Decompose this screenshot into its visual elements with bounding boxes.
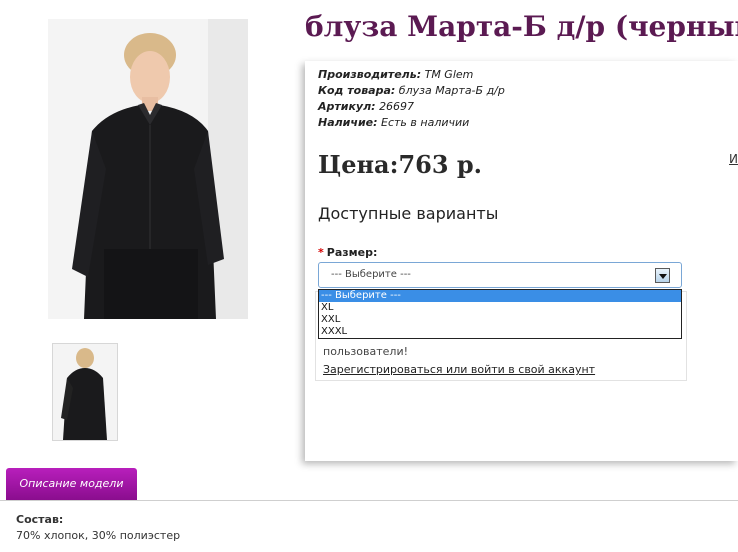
required-mark: * (318, 246, 324, 259)
product-title: блуза Марта-Б д/р (черный) (305, 10, 738, 43)
manufacturer-row: Производитель: ТМ Glem (318, 67, 505, 83)
price-value: 763 р. (398, 150, 483, 179)
size-select-value: --- Выберите --- (331, 269, 411, 280)
code-value: блуза Марта-Б д/р (398, 84, 505, 97)
manufacturer-label: Производитель: (318, 68, 422, 81)
size-option-default[interactable]: --- Выберите --- (319, 290, 681, 302)
tab-description[interactable]: Описание модели (6, 468, 137, 500)
product-info-panel: Производитель: ТМ Glem Код товара: блуза… (305, 61, 738, 461)
size-option-xxxl[interactable]: XXXL (319, 326, 681, 338)
article-value: 26697 (379, 100, 415, 113)
size-select[interactable]: --- Выберите --- (318, 262, 682, 288)
price-label: Цена: (318, 150, 399, 179)
size-dropdown-list: --- Выберите --- XL XXL XXXL (318, 289, 682, 339)
size-option-xxl[interactable]: XXL (319, 314, 681, 326)
size-label: * Размер: (318, 246, 377, 259)
manufacturer-value[interactable]: ТМ Glem (425, 68, 474, 81)
product-meta: Производитель: ТМ Glem Код товара: блуза… (318, 67, 505, 131)
thumbnail-illustration (53, 344, 117, 440)
composition-value: 70% хлопок, 30% полиэстер (16, 529, 181, 542)
login-link[interactable]: Зарегистрироваться или войти в свой акка… (323, 363, 595, 376)
product-photo-illustration (48, 19, 248, 319)
availability-value: Есть в наличии (381, 116, 470, 129)
code-row: Код товара: блуза Марта-Б д/р (318, 83, 505, 99)
article-label: Артикул: (318, 100, 376, 113)
size-label-text: Размер: (326, 246, 378, 259)
code-label: Код товара: (318, 84, 396, 97)
size-option-xl[interactable]: XL (319, 302, 681, 314)
price: Цена:763 р. (318, 150, 482, 179)
tab-bar (0, 500, 738, 501)
availability-row: Наличие: Есть в наличии (318, 115, 505, 131)
product-thumbnail[interactable] (52, 343, 118, 441)
options-title: Доступные варианты (318, 204, 499, 223)
side-link[interactable]: И (729, 152, 738, 166)
product-main-image[interactable] (48, 19, 248, 319)
chevron-down-icon[interactable] (655, 268, 670, 283)
notice-text: пользователи! (323, 345, 409, 358)
article-row: Артикул: 26697 (318, 99, 505, 115)
availability-label: Наличие: (318, 116, 378, 129)
composition-label: Состав: (16, 513, 64, 526)
